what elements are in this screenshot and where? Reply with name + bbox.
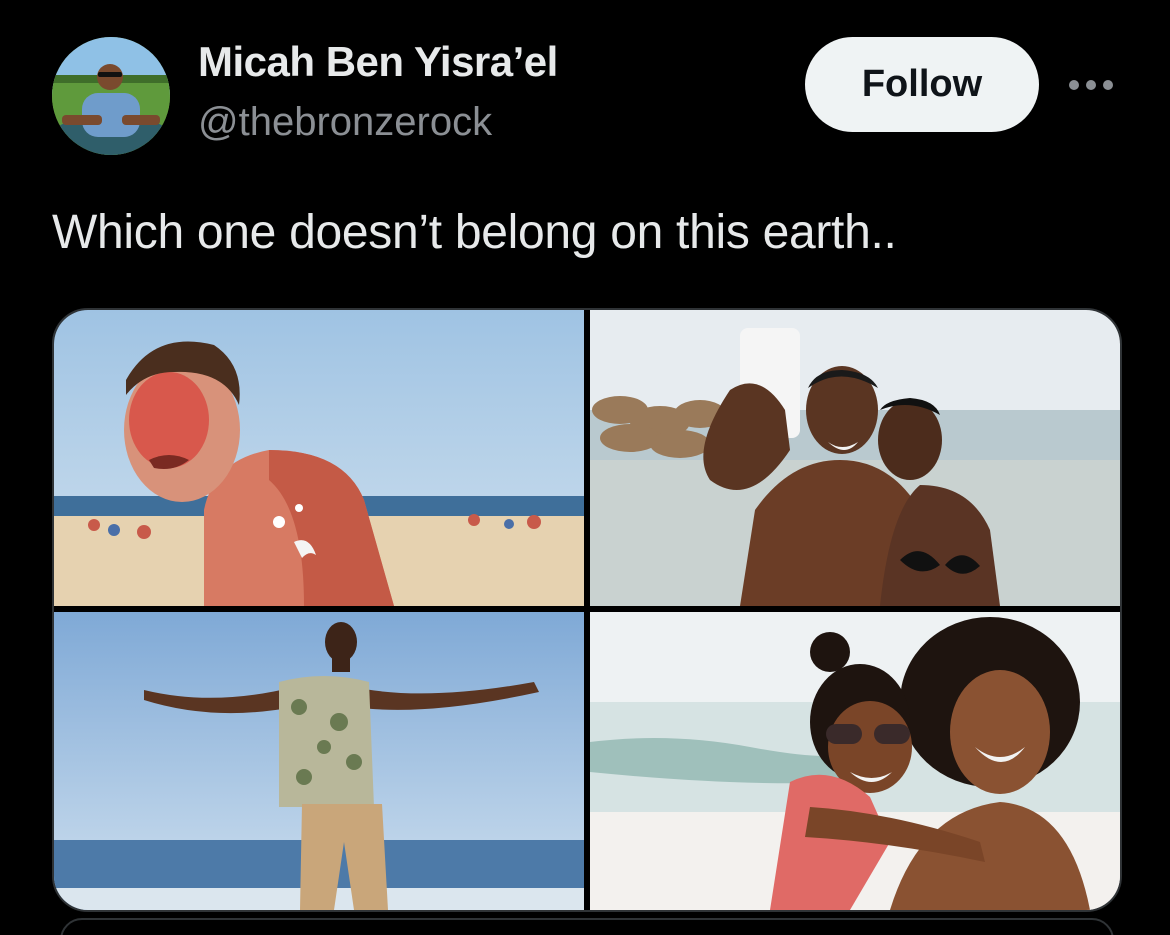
media-image-1[interactable] [54,310,584,606]
more-horizontal-icon [1069,80,1113,90]
sunburned-man-photo-icon [54,310,584,606]
media-image-3[interactable] [54,612,584,910]
media-image-4[interactable] [590,612,1120,910]
author-handle[interactable]: @thebronzerock [198,100,492,145]
profile-photo-icon [52,37,170,155]
tweet-card: Micah Ben Yisra’el @thebronzerock Follow… [0,0,1170,935]
follow-button[interactable]: Follow [805,37,1039,132]
quoted-post-edge [60,918,1114,935]
author-display-name[interactable]: Micah Ben Yisra’el [198,38,558,86]
mother-daughter-beach-photo-icon [590,612,1120,910]
tweet-text: Which one doesn’t belong on this earth.. [52,206,897,259]
couple-selfie-photo-icon [590,310,1120,606]
media-grid [52,308,1122,912]
more-options-button[interactable] [1062,62,1120,108]
author-avatar[interactable] [52,37,170,155]
media-image-2[interactable] [590,310,1120,606]
man-arms-outstretched-photo-icon [54,612,584,910]
